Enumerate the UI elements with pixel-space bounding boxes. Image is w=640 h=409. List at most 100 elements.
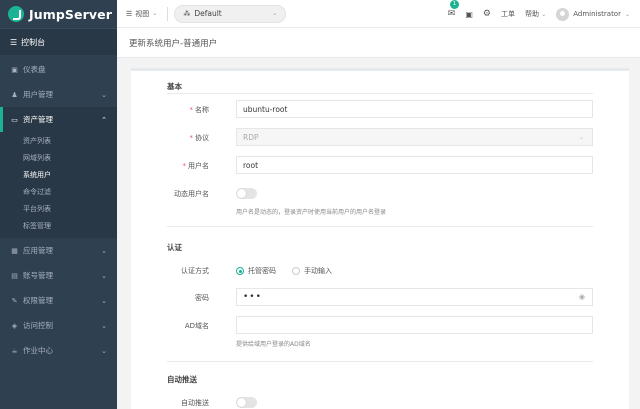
- radio-checked-icon: [236, 267, 244, 275]
- sidebar-dashboard[interactable]: ☰ 控制台: [0, 28, 117, 55]
- sidebar-item-job-center[interactable]: ☕ 作业中心 ⌄: [0, 338, 117, 363]
- top-bar: ☰ 视图 ⌄ ⁂ Default ⌄ ✉ 1 ▣ ⚙ 工单 帮助 ⌄ Admin…: [117, 0, 640, 28]
- auth-option-manual[interactable]: 手动输入: [292, 266, 332, 276]
- workorder-link[interactable]: 工单: [501, 9, 515, 19]
- sidebar-item-label: 用户管理: [23, 90, 53, 99]
- chevron-down-icon: ⌄: [152, 10, 158, 17]
- section-title-auto-push: 自动推送: [167, 375, 197, 384]
- sitemap-icon: ⁂: [183, 9, 191, 18]
- sidebar-item-applications[interactable]: ▦ 应用管理 ⌄: [0, 238, 117, 263]
- user-name: Administrator: [573, 10, 621, 18]
- password-label: 密码: [195, 294, 209, 302]
- sidebar-item-label: 账号管理: [23, 271, 53, 280]
- chevron-down-icon: ⌄: [101, 271, 107, 280]
- auth-option-managed-label: 托管密码: [248, 267, 276, 275]
- shield-icon: ◈: [11, 321, 18, 330]
- coffee-icon: ☕: [11, 346, 18, 355]
- chevron-down-icon: ⌄: [578, 133, 584, 141]
- sidebar-item-label: 资产管理: [23, 115, 53, 124]
- sidebar-item-access-control[interactable]: ◈ 访问控制 ⌄: [0, 313, 117, 338]
- asset-submenu: 资产列表 网域列表 系统用户 命令过滤 平台列表 标签管理: [0, 132, 117, 238]
- menu-icon: ☰: [126, 9, 133, 18]
- envelope-icon: ✉: [447, 9, 456, 19]
- sidebar-item-dashboard[interactable]: ▣ 仪表盘: [0, 57, 117, 82]
- sidebar-item-label: 访问控制: [23, 321, 53, 330]
- sidebar-dashboard-label: 控制台: [21, 37, 46, 47]
- sidebar-item-label: 仪表盘: [23, 65, 46, 74]
- radio-unchecked-icon: [292, 267, 300, 275]
- sliders-icon: ☰: [10, 37, 18, 47]
- app-name: JumpServer: [29, 6, 112, 22]
- chevron-down-icon: ⌄: [541, 11, 547, 18]
- chevron-up-icon: ⌃: [101, 115, 107, 124]
- sidebar-item-users[interactable]: ♟ 用户管理 ⌄: [0, 82, 117, 107]
- section-title-basic: 基本: [167, 82, 182, 91]
- user-menu[interactable]: Administrator ⌄: [556, 7, 630, 21]
- username-label: * 用户名: [182, 162, 210, 170]
- top-right-tools: ✉ 1 ▣ ⚙ 工单 帮助 ⌄ Administrator ⌄: [448, 0, 630, 28]
- name-label: * 名称: [189, 106, 210, 114]
- grid-icon: ▦: [11, 246, 18, 255]
- section-title-auth: 认证: [167, 243, 182, 252]
- jumpserver-logo-icon: [8, 6, 24, 22]
- avatar: [556, 7, 570, 21]
- divider: [167, 226, 593, 227]
- sidebar-item-label: 权限管理: [23, 296, 53, 305]
- view-switch-button[interactable]: ☰ 视图 ⌄: [126, 9, 157, 19]
- help-label: 帮助: [524, 10, 539, 18]
- ad-domain-label: AD域名: [184, 322, 209, 330]
- protocol-value: RDP: [243, 132, 259, 142]
- auth-option-managed[interactable]: 托管密码: [236, 266, 276, 276]
- password-input[interactable]: ••• ◉: [236, 288, 593, 306]
- sidebar-subitem-command-filter[interactable]: 命令过滤: [0, 183, 117, 200]
- sidebar-item-label: 作业中心: [23, 346, 53, 355]
- id-card-icon: ▤: [11, 271, 18, 280]
- sidebar-subitem-system-users[interactable]: 系统用户: [0, 166, 117, 183]
- divider: [167, 361, 593, 362]
- chart-icon: ▣: [11, 65, 18, 74]
- page-header: 更新系统用户-普通用户: [117, 28, 640, 58]
- page-title: 更新系统用户-普通用户: [129, 38, 218, 49]
- username-input[interactable]: root: [236, 156, 593, 174]
- sidebar-item-accounts[interactable]: ▤ 账号管理 ⌄: [0, 263, 117, 288]
- sidebar-subitem-label-management[interactable]: 标签管理: [0, 217, 117, 234]
- eye-icon[interactable]: ◉: [579, 293, 585, 301]
- chevron-down-icon: ⌄: [101, 321, 107, 330]
- organization-select[interactable]: ⁂ Default ⌄: [174, 4, 287, 23]
- chevron-down-icon: ⌄: [101, 346, 107, 355]
- help-menu[interactable]: 帮助 ⌄: [525, 9, 546, 19]
- dynamic-username-toggle[interactable]: [236, 188, 257, 199]
- sidebar-item-assets[interactable]: ▭ 资产管理 ⌃: [0, 107, 117, 132]
- ad-domain-input[interactable]: [236, 316, 593, 334]
- sidebar-subitem-platform-list[interactable]: 平台列表: [0, 200, 117, 217]
- sidebar-subitem-asset-list[interactable]: 资产列表: [0, 132, 117, 149]
- terminal-icon[interactable]: ▣: [465, 10, 473, 19]
- form-card: 基本 * 名称 ubuntu-root * 协议 RDP ⌄ * 用户名 root 动…: [131, 68, 629, 409]
- dynamic-username-label: 动态用户名: [174, 190, 209, 198]
- name-input[interactable]: ubuntu-root: [236, 100, 593, 118]
- auth-option-manual-label: 手动输入: [304, 267, 332, 275]
- chevron-down-icon: ⌄: [272, 10, 278, 17]
- protocol-select[interactable]: RDP ⌄: [236, 128, 593, 146]
- ad-domain-help: 提供给域用户登录的AD域名: [236, 341, 311, 348]
- chevron-down-icon: ⌄: [624, 10, 630, 18]
- users-icon: ♟: [11, 90, 18, 99]
- sidebar-item-permissions[interactable]: ✎ 权限管理 ⌄: [0, 288, 117, 313]
- auto-push-label: 自动推送: [181, 399, 209, 407]
- chevron-down-icon: ⌄: [101, 246, 107, 255]
- auto-push-toggle[interactable]: [236, 397, 257, 408]
- organization-value: Default: [194, 9, 222, 18]
- divider: [167, 6, 169, 21]
- edit-icon: ✎: [11, 296, 18, 305]
- notification-badge: 1: [449, 0, 460, 9]
- gear-icon[interactable]: ⚙: [483, 9, 491, 19]
- inbox-icon: ▭: [11, 115, 18, 124]
- sidebar: JumpServer ☰ 控制台 ▣ 仪表盘 ♟ 用户管理 ⌄ ▭ 资产管理 ⌃…: [0, 0, 117, 409]
- app-logo[interactable]: JumpServer: [0, 0, 117, 28]
- password-value: •••: [243, 292, 262, 302]
- sidebar-subitem-domain-list[interactable]: 网域列表: [0, 149, 117, 166]
- dynamic-username-help: 用户名是动态的，登录资产时使用当前用户的用户名登录: [236, 209, 387, 216]
- notification-button[interactable]: ✉ 1: [447, 0, 460, 19]
- auth-method-label: 认证方式: [181, 267, 209, 275]
- divider: [167, 93, 593, 94]
